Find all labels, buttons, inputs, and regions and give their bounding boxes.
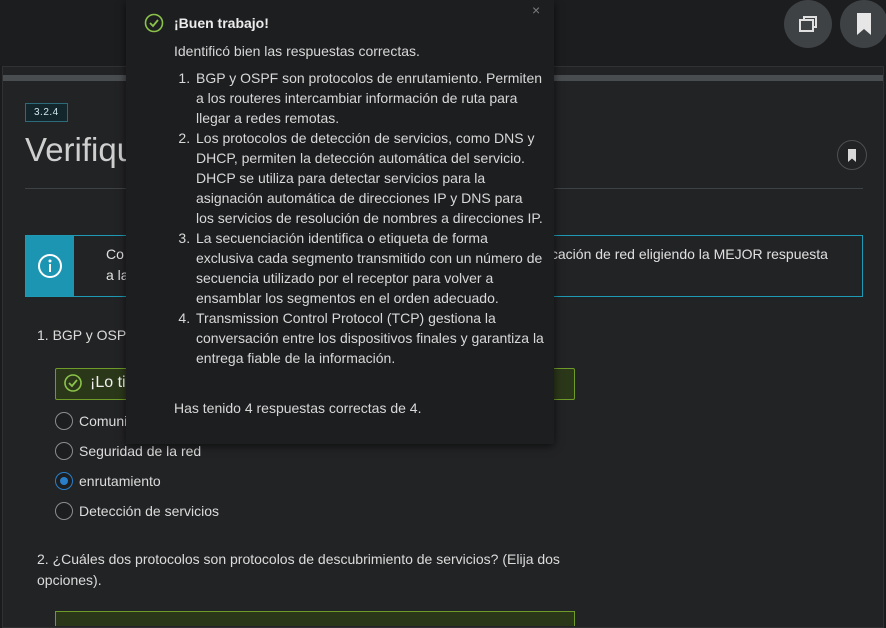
info-icon-container <box>26 236 74 296</box>
list-item: La secuenciación identifica o etiqueta d… <box>194 228 544 308</box>
window-restore-button[interactable] <box>784 0 832 48</box>
option-label: enrutamiento <box>79 473 161 489</box>
bookmark-icon <box>848 148 856 162</box>
score-summary: Has tenido 4 respuestas correctas de 4. <box>174 400 422 416</box>
popup-intro: Identificó bien las respuestas correctas… <box>174 43 420 59</box>
check-circle-icon <box>64 374 82 392</box>
window-restore-icon <box>799 16 817 32</box>
option-radio-selected[interactable]: enrutamiento <box>55 470 161 492</box>
bookmark-button[interactable] <box>840 0 886 48</box>
instruction-line1-right: nicación de red eligiendo la MEJOR respu… <box>540 246 828 262</box>
instruction-line1-left: Co <box>106 246 124 262</box>
popup-title: ¡Buen trabajo! <box>174 15 269 31</box>
option-label: Seguridad de la red <box>79 443 202 459</box>
option-radio[interactable]: Comuni <box>55 410 127 432</box>
option-label: Comuni <box>79 413 128 429</box>
section-badge: 3.2.4 <box>25 103 68 122</box>
feedback-popup: × ¡Buen trabajo! Identificó bien las res… <box>126 0 554 444</box>
radio-button[interactable] <box>55 412 73 430</box>
radio-button[interactable] <box>55 442 73 460</box>
radio-button-selected[interactable] <box>55 472 73 490</box>
explanation-list: BGP y OSPF son protocolos de enrutamient… <box>180 68 544 368</box>
question-2-text: 2. ¿Cuáles dos protocolos son protocolos… <box>37 551 560 588</box>
section-bookmark-button[interactable] <box>837 140 867 170</box>
radio-button[interactable] <box>55 502 73 520</box>
check-circle-icon <box>144 13 164 33</box>
option-label: Detección de servicios <box>79 503 220 519</box>
list-item: Los protocolos de detección de servicios… <box>194 128 544 228</box>
option-radio[interactable]: Detección de servicios <box>55 500 219 522</box>
list-item: BGP y OSPF son protocolos de enrutamient… <box>194 68 544 128</box>
close-button[interactable]: × <box>532 2 540 18</box>
feedback-banner <box>55 611 575 626</box>
feedback-text: ¡Lo ti <box>90 374 126 391</box>
question-1-text: 1. BGP y OSP <box>37 327 127 343</box>
bookmark-icon <box>857 13 871 35</box>
list-item: Transmission Control Protocol (TCP) gest… <box>194 308 544 368</box>
info-icon <box>38 254 62 278</box>
